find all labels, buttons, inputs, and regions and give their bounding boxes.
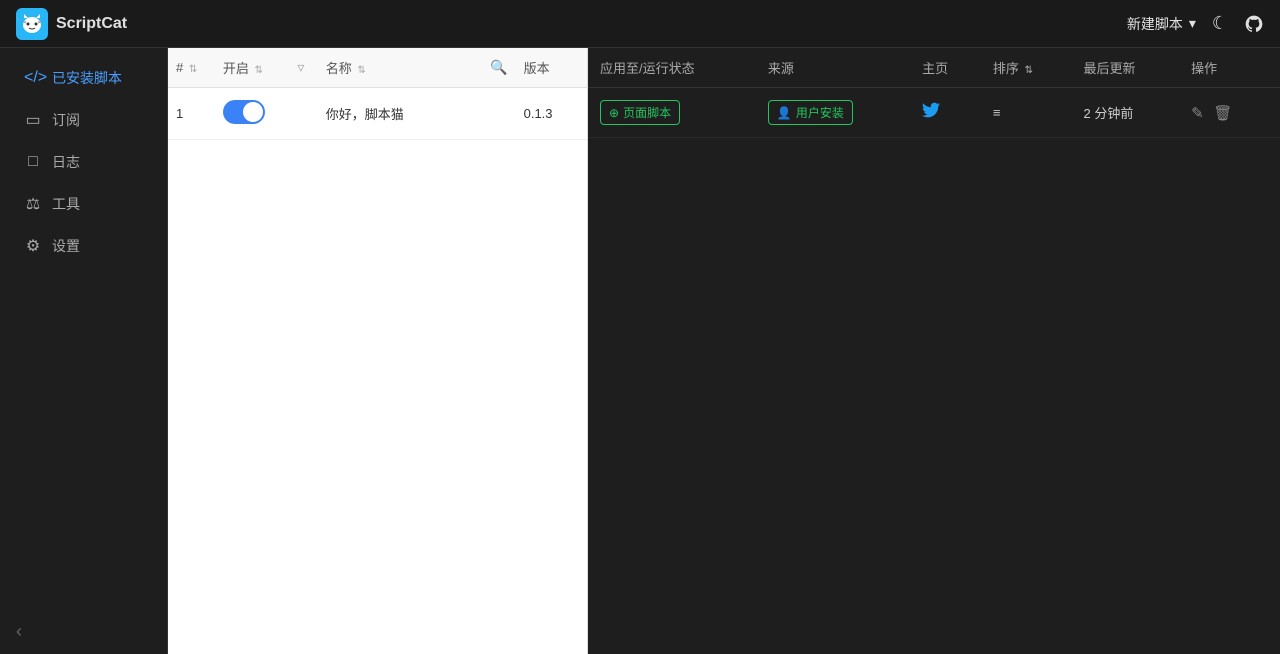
cell-actions: ✎ 🗑 <box>1179 88 1280 138</box>
search-icon[interactable]: 🔍 <box>490 59 507 75</box>
col-home-label: 主页 <box>922 61 948 76</box>
new-script-button[interactable]: 新建脚本 ▾ <box>1127 14 1196 34</box>
scripts-table-right: 应用至/运行状态 来源 主页 排序 ⇅ 最后更新 <box>588 48 1280 138</box>
col-header-search: 🔍 <box>482 48 515 88</box>
page-script-badge[interactable]: ⊕ 页面脚本 <box>600 100 680 125</box>
cell-name: 你好，脚本猫 <box>318 88 482 140</box>
sort-num-icon[interactable]: ⇅ <box>189 64 197 75</box>
sort-toggle-icon[interactable]: ⇅ <box>254 65 262 76</box>
col-actions-label: 操作 <box>1191 61 1217 76</box>
page-script-label: 页面脚本 <box>623 104 671 121</box>
sidebar-item-subscribe[interactable]: ▭ 订阅 <box>8 100 159 140</box>
order-icon: ≡ <box>993 105 1001 120</box>
col-header-apply: 应用至/运行状态 <box>588 48 756 88</box>
right-panel: 应用至/运行状态 来源 主页 排序 ⇅ 最后更新 <box>588 48 1280 654</box>
col-header-updated: 最后更新 <box>1072 48 1180 88</box>
file-icon: □ <box>24 153 42 171</box>
sidebar-item-settings[interactable]: ⚙ 设置 <box>8 226 159 266</box>
table-row: ⊕ 页面脚本 👤 用户安装 <box>588 88 1280 138</box>
sidebar-item-installed[interactable]: </> 已安装脚本 <box>8 58 159 98</box>
bookmark-icon: ▭ <box>24 110 42 130</box>
cell-home <box>910 88 981 138</box>
col-source-label: 来源 <box>768 61 794 76</box>
col-header-filter: ▿ <box>289 48 317 88</box>
sidebar-item-logs-label: 日志 <box>52 152 80 172</box>
col-header-actions: 操作 <box>1179 48 1280 88</box>
sort-order-icon[interactable]: ⇅ <box>1025 65 1033 76</box>
cell-version: 0.1.3 <box>516 88 587 140</box>
user-install-badge: 👤 用户安装 <box>768 100 853 125</box>
trash-icon: 🗑 <box>1213 105 1232 122</box>
col-toggle-label: 开启 <box>223 61 249 76</box>
sort-name-icon[interactable]: ⇅ <box>357 65 365 76</box>
collapse-icon: ‹ <box>16 621 22 642</box>
cell-order: ≡ <box>981 88 1072 138</box>
github-icon <box>1244 14 1264 34</box>
col-header-num: # ⇅ <box>168 48 215 88</box>
logo-icon <box>16 8 48 40</box>
sidebar-nav: </> 已安装脚本 ▭ 订阅 □ 日志 ⚖ 工具 ⚙ 设置 <box>0 48 167 609</box>
col-header-name: 名称 ⇅ <box>318 48 482 88</box>
sidebar: </> 已安装脚本 ▭ 订阅 □ 日志 ⚖ 工具 ⚙ 设置 ‹ <box>0 48 168 654</box>
last-updated: 2 分钟前 <box>1084 106 1134 121</box>
code-icon: </> <box>24 69 42 87</box>
chevron-down-icon: ▾ <box>1189 15 1196 32</box>
col-num-label: # <box>176 60 183 75</box>
cell-filter <box>289 88 317 140</box>
page-script-icon: ⊕ <box>609 106 619 120</box>
script-name[interactable]: 你好，脚本猫 <box>326 107 404 122</box>
delete-button[interactable]: 🗑 <box>1213 104 1232 122</box>
sidebar-item-settings-label: 设置 <box>52 236 80 256</box>
sidebar-collapse-button[interactable]: ‹ <box>0 609 167 654</box>
logo: ScriptCat <box>16 8 127 40</box>
row-num: 1 <box>176 106 183 121</box>
col-header-source: 来源 <box>756 48 910 88</box>
col-apply-label: 应用至/运行状态 <box>600 61 695 76</box>
left-panel: # ⇅ 开启 ⇅ ▿ 名称 ⇅ 🔍 <box>168 48 588 654</box>
topbar-actions: 新建脚本 ▾ ☾ <box>1127 13 1264 34</box>
sidebar-item-subscribe-label: 订阅 <box>52 110 80 130</box>
col-header-order: 排序 ⇅ <box>981 48 1072 88</box>
col-version-label: 版本 <box>524 61 550 76</box>
dark-mode-button[interactable]: ☾ <box>1212 13 1228 34</box>
filter-icon[interactable]: ▿ <box>297 59 304 75</box>
topbar: ScriptCat 新建脚本 ▾ ☾ <box>0 0 1280 48</box>
edit-button[interactable]: ✎ <box>1191 104 1204 122</box>
gear-icon: ⚙ <box>24 236 42 256</box>
main-layout: </> 已安装脚本 ▭ 订阅 □ 日志 ⚖ 工具 ⚙ 设置 ‹ <box>0 48 1280 654</box>
sidebar-item-tools[interactable]: ⚖ 工具 <box>8 184 159 224</box>
sidebar-item-logs[interactable]: □ 日志 <box>8 142 159 182</box>
col-updated-label: 最后更新 <box>1084 61 1136 76</box>
cell-updated: 2 分钟前 <box>1072 88 1180 138</box>
sidebar-item-installed-label: 已安装脚本 <box>52 68 122 88</box>
sidebar-item-tools-label: 工具 <box>52 194 80 214</box>
moon-icon: ☾ <box>1212 13 1228 34</box>
new-script-label: 新建脚本 <box>1127 14 1183 34</box>
cell-toggle <box>215 88 290 140</box>
script-toggle[interactable] <box>223 100 265 124</box>
user-icon: 👤 <box>777 106 792 120</box>
col-header-version: 版本 <box>516 48 587 88</box>
col-header-toggle: 开启 ⇅ <box>215 48 290 88</box>
table-row: 1 你好，脚本猫 0.1.3 <box>168 88 587 140</box>
github-button[interactable] <box>1244 14 1264 34</box>
cell-num: 1 <box>168 88 215 140</box>
col-header-home: 主页 <box>910 48 981 88</box>
user-install-label: 用户安装 <box>796 104 844 121</box>
wrench-icon: ⚖ <box>24 194 42 214</box>
scripts-table-left: # ⇅ 开启 ⇅ ▿ 名称 ⇅ 🔍 <box>168 48 587 140</box>
logo-text: ScriptCat <box>56 15 127 33</box>
script-version: 0.1.3 <box>524 106 553 121</box>
col-name-label: 名称 <box>326 61 352 76</box>
cell-source: 👤 用户安装 <box>756 88 910 138</box>
cell-search <box>482 88 515 140</box>
edit-icon: ✎ <box>1191 105 1204 122</box>
cell-apply: ⊕ 页面脚本 <box>588 88 756 138</box>
twitter-icon[interactable] <box>922 106 940 123</box>
col-order-label: 排序 <box>993 61 1019 76</box>
